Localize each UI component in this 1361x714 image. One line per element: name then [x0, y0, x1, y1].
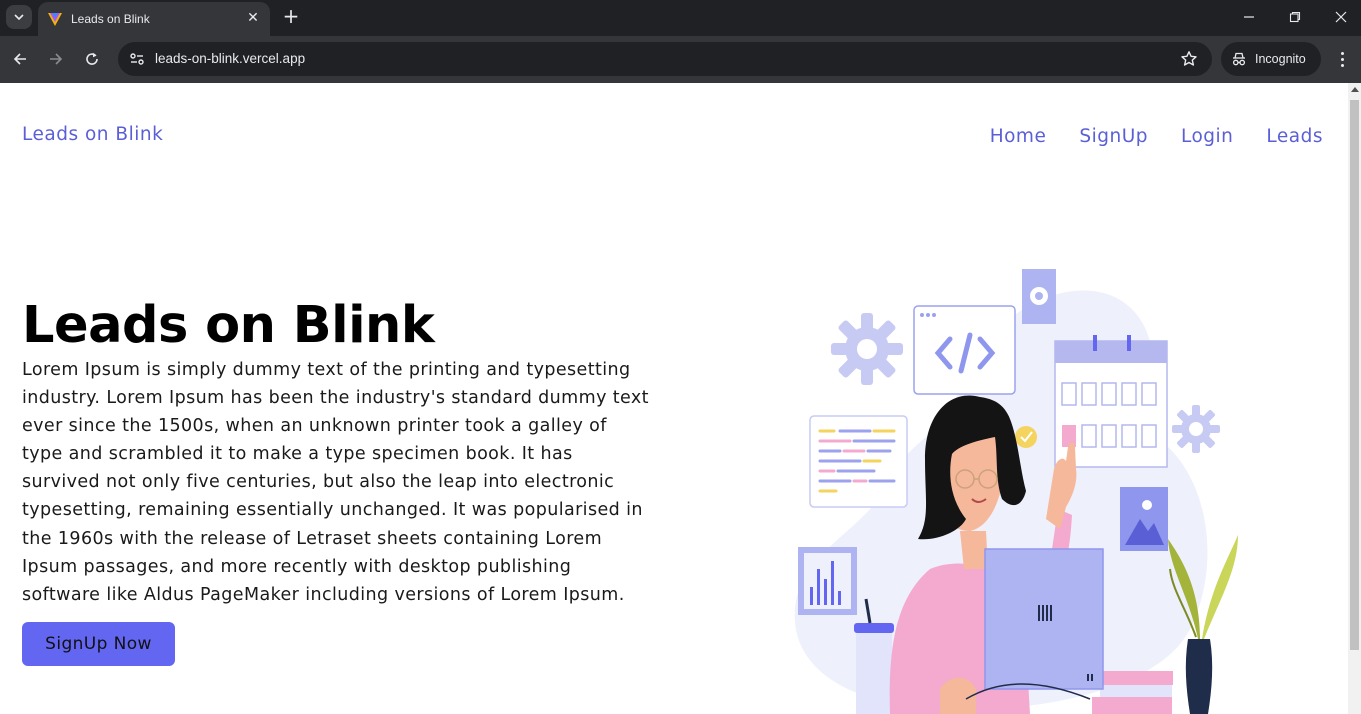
- nav-link-home[interactable]: Home: [990, 126, 1047, 147]
- incognito-icon: [1232, 52, 1246, 66]
- close-window-icon[interactable]: [1329, 6, 1353, 28]
- site-settings-icon[interactable]: [128, 50, 146, 68]
- url-text[interactable]: leads-on-blink.vercel.app: [155, 51, 305, 66]
- close-tab-icon[interactable]: ✕: [244, 9, 262, 27]
- cup: [856, 629, 892, 714]
- plant-pot: [1185, 639, 1213, 714]
- minimize-icon[interactable]: [1237, 6, 1261, 28]
- hero-title: Leads on Blink: [22, 296, 435, 355]
- books: [1095, 671, 1173, 685]
- tab-search-button[interactable]: [6, 5, 32, 29]
- check-icon: [1015, 426, 1037, 448]
- back-icon[interactable]: [9, 48, 31, 70]
- browser-toolbar: leads-on-blink.vercel.app Incognito: [0, 36, 1361, 83]
- forward-icon[interactable]: [45, 48, 67, 70]
- page-viewport: Leads on Blink Home SignUp Login Leads L…: [0, 83, 1361, 714]
- brand-link[interactable]: Leads on Blink: [22, 124, 163, 145]
- nav-link-leads[interactable]: Leads: [1266, 126, 1323, 147]
- active-tab[interactable]: Leads on Blink ✕: [38, 2, 270, 36]
- vercel-favicon-icon: [48, 13, 62, 26]
- scrollbar-thumb[interactable]: [1350, 100, 1359, 650]
- nav-link-login[interactable]: Login: [1181, 126, 1233, 147]
- hero-description: Lorem Ipsum is simply dummy text of the …: [22, 360, 649, 605]
- gear-icon: [831, 313, 903, 385]
- scroll-up-arrow-icon[interactable]: [1351, 87, 1359, 92]
- browser-menu-icon[interactable]: [1334, 48, 1350, 70]
- nav-link-signup[interactable]: SignUp: [1079, 126, 1148, 147]
- bookmark-star-icon[interactable]: [1180, 50, 1198, 68]
- incognito-label: Incognito: [1255, 52, 1306, 66]
- restore-icon[interactable]: [1283, 6, 1307, 28]
- tab-title: Leads on Blink: [71, 12, 150, 26]
- address-bar[interactable]: leads-on-blink.vercel.app: [118, 42, 1212, 76]
- tab-strip: Leads on Blink ✕ +: [0, 0, 1361, 36]
- signup-now-button[interactable]: SignUp Now: [22, 622, 175, 666]
- gear-icon: [1172, 405, 1220, 453]
- chevron-down-icon: [14, 14, 24, 20]
- reload-icon[interactable]: [81, 48, 103, 70]
- incognito-indicator[interactable]: Incognito: [1221, 42, 1321, 76]
- hero-illustration: [794, 269, 1238, 714]
- new-tab-icon[interactable]: +: [280, 6, 302, 28]
- page-scrollbar[interactable]: [1348, 83, 1361, 714]
- main-nav: Home SignUp Login Leads: [990, 126, 1323, 147]
